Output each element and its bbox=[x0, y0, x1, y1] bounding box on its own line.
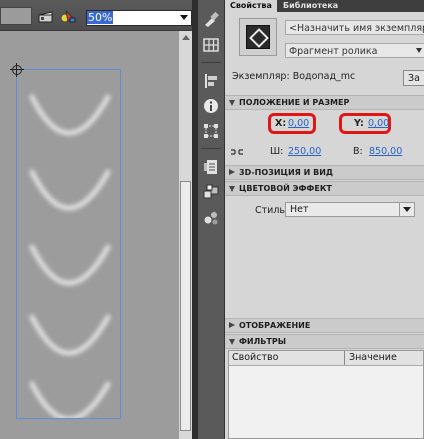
section-display[interactable]: ОТОБРАЖЕНИЕ bbox=[225, 318, 424, 333]
section-title: 3D-ПОЗИЦИЯ И ВИД bbox=[239, 168, 334, 177]
history-icon[interactable] bbox=[202, 158, 220, 176]
section-title: ПОЛОЖЕНИЕ И РАЗМЕР bbox=[239, 98, 350, 107]
filters-table-header: Свойство Значение bbox=[229, 351, 423, 366]
scrollbar-thumb[interactable] bbox=[180, 181, 191, 431]
zoom-value: 50% bbox=[87, 11, 114, 24]
selection-bounding-box bbox=[16, 69, 121, 419]
transform-icon[interactable] bbox=[202, 122, 220, 140]
grid-icon[interactable] bbox=[202, 36, 220, 54]
instance-label: Экземпляр: bbox=[232, 71, 290, 82]
movie-clip-icon bbox=[239, 18, 277, 56]
instance-name-input[interactable]: <Назначить имя экземпляру> bbox=[285, 20, 424, 35]
y-value[interactable]: 0,00 bbox=[368, 118, 389, 129]
style-select[interactable]: Нет bbox=[285, 202, 415, 217]
style-value: Нет bbox=[290, 204, 309, 215]
chevron-right-icon bbox=[229, 169, 235, 175]
width-label: Ш: bbox=[270, 146, 284, 157]
instance-info: Экземпляр: Водопад_mc bbox=[232, 71, 355, 82]
chevron-down-icon[interactable] bbox=[399, 203, 414, 216]
stage-scrollbar[interactable] bbox=[178, 31, 193, 439]
divider bbox=[201, 148, 221, 149]
edit-symbol-icon[interactable] bbox=[60, 9, 76, 23]
style-label: Стиль: bbox=[255, 205, 289, 216]
symbol-type-select[interactable]: Фрагмент ролика bbox=[285, 43, 424, 58]
info-icon[interactable] bbox=[202, 97, 220, 115]
zoom-select[interactable]: 50% bbox=[86, 10, 192, 26]
section-filters[interactable]: ФИЛЬТРЫ bbox=[225, 334, 424, 349]
symbol-type-value: Фрагмент ролика bbox=[289, 46, 378, 57]
chevron-right-icon bbox=[229, 322, 235, 328]
section-3d-position[interactable]: 3D-ПОЗИЦИЯ И ВИД bbox=[225, 165, 424, 180]
x-value[interactable]: 0,00 bbox=[288, 118, 309, 129]
width-value[interactable]: 250,00 bbox=[288, 146, 321, 157]
height-label: В: bbox=[353, 146, 363, 157]
y-label: Y: bbox=[354, 118, 364, 129]
chevron-down-icon[interactable] bbox=[416, 48, 422, 53]
tab-library[interactable]: Библиотека bbox=[278, 0, 343, 12]
tab-properties[interactable]: Свойства bbox=[225, 0, 277, 12]
height-value[interactable]: 850,00 bbox=[369, 146, 402, 157]
section-title: ЦВЕТОВОЙ ЭФФЕКТ bbox=[239, 184, 332, 193]
column-header-property[interactable]: Свойство bbox=[232, 351, 278, 365]
panel-tabbar: Свойства Библиотека bbox=[225, 0, 424, 12]
section-color-effect[interactable]: ЦВЕТОВОЙ ЭФФЕКТ bbox=[225, 181, 424, 196]
scene-strip bbox=[0, 7, 32, 25]
chevron-down-icon bbox=[229, 100, 235, 106]
edit-scene-icon[interactable] bbox=[38, 9, 54, 23]
align-icon[interactable] bbox=[202, 72, 220, 90]
scroll-up-icon[interactable] bbox=[182, 35, 190, 40]
chevron-down-icon[interactable] bbox=[180, 15, 188, 20]
swap-button[interactable]: За bbox=[403, 70, 424, 86]
registration-point-icon bbox=[10, 63, 24, 77]
x-label: X: bbox=[275, 118, 287, 129]
swatches-icon[interactable] bbox=[202, 208, 220, 226]
filters-table[interactable]: Свойство Значение bbox=[228, 350, 424, 439]
components-icon[interactable] bbox=[202, 183, 220, 201]
divider bbox=[201, 62, 221, 63]
stage-toolbar: 50% bbox=[0, 0, 196, 31]
panel-dock-icons bbox=[198, 0, 225, 439]
section-position-size[interactable]: ПОЛОЖЕНИЕ И РАЗМЕР bbox=[225, 95, 424, 110]
brush-icon[interactable] bbox=[202, 10, 220, 28]
stage-canvas[interactable] bbox=[0, 31, 178, 439]
column-header-value[interactable]: Значение bbox=[344, 351, 397, 365]
section-title: ОТОБРАЖЕНИЕ bbox=[239, 321, 311, 330]
link-icon[interactable] bbox=[230, 147, 244, 157]
properties-panel: Свойства Библиотека <Назначить имя экзем… bbox=[225, 0, 424, 439]
instance-value: Водопад_mc bbox=[292, 71, 356, 82]
chevron-down-icon bbox=[229, 339, 235, 345]
chevron-down-icon bbox=[229, 186, 235, 192]
section-title: ФИЛЬТРЫ bbox=[239, 337, 286, 346]
